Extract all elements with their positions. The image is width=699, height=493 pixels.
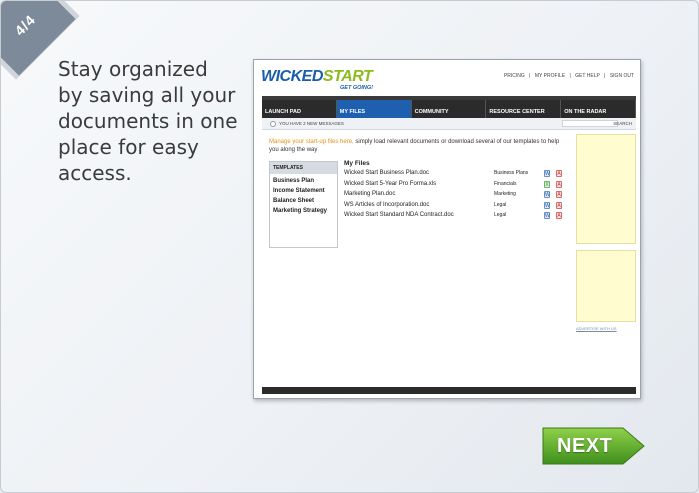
- template-item[interactable]: Balance Sheet: [270, 194, 337, 204]
- doc-icon[interactable]: W: [544, 191, 550, 198]
- nav-on-the-radar[interactable]: ON THE RADAR: [561, 100, 636, 118]
- footer-bar: [262, 387, 636, 394]
- templates-header: TEMPLATES: [270, 162, 337, 174]
- messages-indicator[interactable]: YOU HAVE 2 NEW MESSAGES: [270, 121, 344, 127]
- logo-part1: WICKED: [261, 68, 323, 85]
- pdf-icon[interactable]: A: [556, 201, 562, 209]
- main-nav: LAUNCH PAD MY FILES COMMUNITY RESOURCE C…: [262, 96, 636, 118]
- top-links: PRICING | MY PROFILE | GET HELP | SIGN O…: [501, 73, 634, 79]
- app-screenshot: WICKEDSTART GET GOING! PRICING | MY PROF…: [253, 59, 641, 399]
- doc-icon[interactable]: W: [544, 212, 550, 219]
- pdf-icon[interactable]: A: [556, 170, 562, 177]
- file-category: Legal: [494, 212, 507, 218]
- headline: Stay organized by saving all your docume…: [58, 57, 238, 185]
- messages-text: YOU HAVE 2 NEW MESSAGES: [279, 121, 344, 127]
- nav-my-files[interactable]: MY FILES: [336, 100, 412, 118]
- xls-icon[interactable]: X: [544, 180, 550, 188]
- tutorial-frame: 4/4 Stay organized by saving all your do…: [0, 0, 699, 493]
- pdf-icon[interactable]: A: [556, 180, 562, 188]
- next-label: NEXT: [557, 435, 613, 457]
- file-name[interactable]: WS Articles of Incorporation.doc: [344, 202, 429, 208]
- link-separator: |: [604, 73, 606, 79]
- doc-icon[interactable]: W: [544, 170, 550, 177]
- file-name[interactable]: Marketing Plan.doc: [344, 191, 395, 197]
- file-category: Marketing: [494, 191, 516, 197]
- templates-panel: TEMPLATES Business Plan Income Statement…: [269, 161, 338, 248]
- intro-highlight[interactable]: Manage your start-up files here,: [269, 139, 354, 145]
- files-title: My Files: [344, 160, 370, 167]
- nav-launch-pad[interactable]: LAUNCH PAD: [262, 100, 337, 118]
- file-row: Marketing Plan.doc Marketing W A: [344, 191, 566, 202]
- search-button[interactable]: SEARCH: [613, 121, 632, 126]
- advertise-link[interactable]: ADVERTISE WITH US: [576, 326, 636, 331]
- file-row: WS Articles of Incorporation.doc Legal W…: [344, 201, 566, 213]
- nav-community[interactable]: COMMUNITY: [412, 100, 487, 118]
- message-icon: [270, 121, 276, 127]
- ad-slot[interactable]: [576, 134, 636, 244]
- file-row: Wicked Start 5-Year Pro Forma.xls Financ…: [344, 180, 566, 192]
- pdf-icon[interactable]: A: [556, 212, 562, 219]
- link-separator: |: [529, 73, 531, 79]
- logo: WICKEDSTART: [261, 68, 373, 86]
- template-item[interactable]: Marketing Strategy: [270, 204, 337, 214]
- ad-column: ADVERTISE WITH US: [576, 134, 636, 331]
- file-row: Wicked Start Standard NDA Contract.doc L…: [344, 212, 566, 223]
- ad-slot[interactable]: [576, 250, 636, 322]
- file-name[interactable]: Wicked Start 5-Year Pro Forma.xls: [344, 181, 436, 187]
- sub-bar: YOU HAVE 2 NEW MESSAGES SEARCH: [262, 118, 636, 130]
- logo-part2: START: [322, 68, 373, 85]
- intro-text: Manage your start-up files here, simply …: [269, 138, 569, 154]
- file-name[interactable]: Wicked Start Business Plan.doc: [344, 170, 429, 176]
- pricing-link[interactable]: PRICING: [504, 73, 525, 79]
- tagline: GET GOING!: [340, 85, 373, 91]
- file-row: Wicked Start Business Plan.doc Business …: [344, 170, 566, 181]
- file-category: Legal: [494, 201, 507, 208]
- sign-out-link[interactable]: SIGN OUT: [610, 73, 634, 79]
- get-help-link[interactable]: GET HELP: [575, 73, 600, 79]
- search-input[interactable]: [562, 120, 618, 127]
- file-category: Financials: [494, 180, 517, 187]
- files-list: Wicked Start Business Plan.doc Business …: [344, 170, 566, 223]
- file-category: Business Plans: [494, 170, 529, 176]
- template-item[interactable]: Business Plan: [270, 174, 337, 184]
- next-button[interactable]: NEXT: [541, 425, 646, 467]
- nav-resource-center[interactable]: RESOURCE CENTER: [486, 100, 562, 118]
- doc-icon[interactable]: W: [544, 201, 550, 209]
- pdf-icon[interactable]: A: [556, 191, 562, 198]
- my-profile-link[interactable]: MY PROFILE: [535, 73, 565, 79]
- link-separator: |: [569, 73, 571, 79]
- file-name[interactable]: Wicked Start Standard NDA Contract.doc: [344, 212, 454, 218]
- template-item[interactable]: Income Statement: [270, 184, 337, 194]
